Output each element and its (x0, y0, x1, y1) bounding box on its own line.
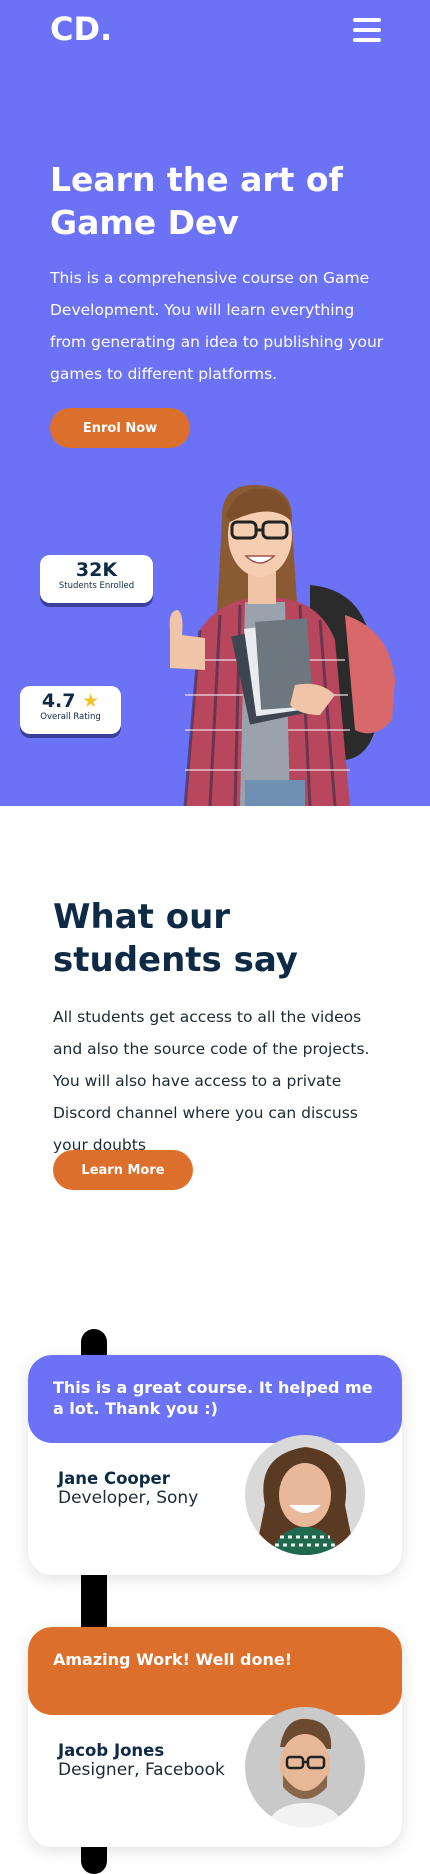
author-name: Jacob Jones (58, 1741, 165, 1760)
testimonial-card: Amazing Work! Well done! Jacob Jones Des… (28, 1627, 402, 1847)
overall-rating-card: 4.7 ★ Overall Rating (20, 686, 121, 734)
testimonial-quote-box: This is a great course. It helped me a l… (28, 1355, 402, 1443)
section-title: What our students say (53, 897, 298, 980)
hamburger-menu-icon[interactable] (353, 18, 381, 42)
avatar (245, 1707, 365, 1827)
testimonial-quote: This is a great course. It helped me a l… (53, 1378, 373, 1418)
testimonial-author: Jane Cooper Developer, Sony (58, 1469, 198, 1508)
students-enrolled-card: 32K Students Enrolled (40, 555, 153, 603)
overall-rating-label: Overall Rating (40, 712, 101, 722)
section-description: All students get access to all the video… (53, 1008, 370, 1154)
testimonial-card: This is a great course. It helped me a l… (28, 1355, 402, 1575)
star-icon: ★ (82, 690, 100, 712)
hero-title: Learn the art of Game Dev (50, 160, 343, 242)
testimonial-quote: Amazing Work! Well done! (53, 1650, 292, 1669)
student-photo (169, 485, 395, 806)
students-enrolled-label: Students Enrolled (58, 581, 135, 591)
avatar (245, 1435, 365, 1555)
enrol-now-button[interactable]: Enrol Now (50, 408, 190, 448)
author-role: Developer, Sony (58, 1488, 199, 1508)
learn-more-button[interactable]: Learn More (53, 1150, 193, 1190)
hero-section: CD. Learn the art of Game Dev This is a … (0, 0, 430, 806)
author-role: Designer, Facebook (58, 1760, 225, 1780)
hero-description: This is a comprehensive course on Game D… (50, 269, 384, 383)
testimonial-quote-box: Amazing Work! Well done! (28, 1627, 402, 1715)
students-enrolled-value: 32K (75, 559, 118, 581)
logo[interactable]: CD. (50, 10, 112, 48)
overall-rating-value: 4.7 (41, 690, 76, 712)
author-name: Jane Cooper (58, 1469, 170, 1488)
testimonial-author: Jacob Jones Designer, Facebook (58, 1741, 225, 1780)
